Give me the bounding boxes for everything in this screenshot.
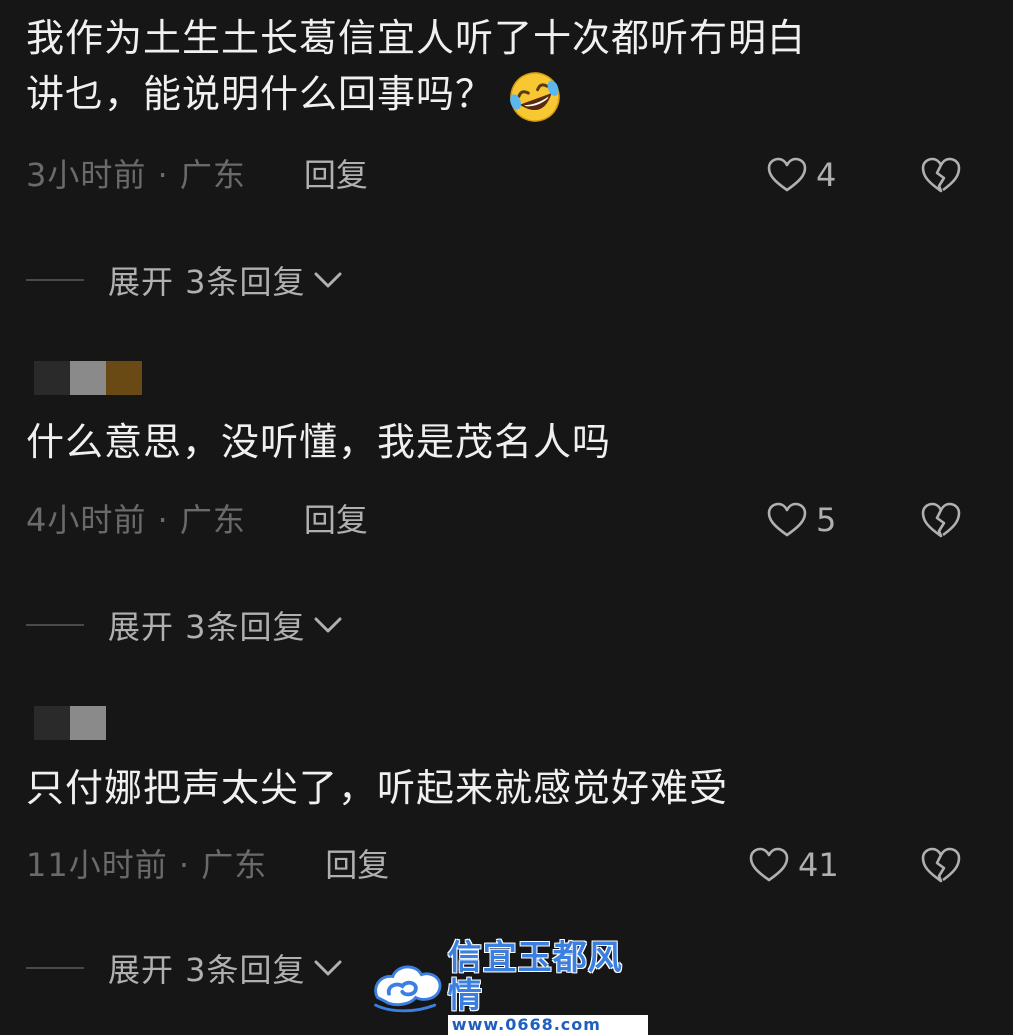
comment-meta: 3小时前 · 广东 回复 — [26, 150, 368, 196]
comment-text-span: 讲乜，能说明什么回事吗？ — [26, 72, 495, 116]
username-blurred[interactable] — [34, 361, 144, 395]
heart-outline-icon — [749, 847, 789, 882]
reply-button[interactable]: 回复 — [304, 495, 368, 541]
like-button[interactable]: 5 — [766, 500, 836, 540]
like-count: 4 — [816, 156, 837, 194]
expand-replies-label: 展开 3条回复 — [108, 608, 306, 646]
like-button[interactable]: 4 — [766, 155, 836, 195]
comment-text-line: 我作为土生土长葛信宜人听了十次都听冇明白 — [26, 16, 807, 60]
watermark-url: www.0668.com — [447, 1015, 648, 1035]
reply-button[interactable]: 回复 — [325, 840, 389, 886]
blurred-name-segment — [106, 361, 142, 395]
broken-heart-icon[interactable] — [920, 500, 962, 540]
reply-button[interactable]: 回复 — [304, 150, 368, 196]
comment-text: 我作为土生土长葛信宜人听了十次都听冇明白 讲乜，能说明什么回事吗？ — [26, 10, 806, 125]
comment-time-location: 11小时前 · 广东 — [26, 846, 268, 884]
cloud-wave-logo-icon — [374, 965, 442, 1013]
chevron-down-icon — [314, 960, 342, 976]
blurred-name-segment — [34, 706, 70, 740]
comment-meta: 11小时前 · 广东 回复 — [26, 840, 389, 886]
blurred-name-segment — [34, 361, 70, 395]
watermark-text: 信宜玉都风情 www.0668.com — [447, 938, 648, 1035]
divider-line — [26, 624, 84, 626]
comment-text-line: 讲乜，能说明什么回事吗？ — [26, 66, 806, 125]
broken-heart-icon[interactable] — [920, 155, 962, 195]
like-count: 5 — [816, 501, 837, 539]
comment-text: 什么意思，没听懂，我是茂名人吗 — [26, 420, 612, 464]
expand-replies-label: 展开 3条回复 — [108, 951, 306, 989]
heart-outline-icon — [767, 157, 807, 192]
broken-heart-icon[interactable] — [920, 845, 962, 885]
username-blurred[interactable] — [34, 706, 144, 740]
expand-replies-button[interactable]: 展开 3条回复 — [26, 260, 344, 301]
like-button[interactable]: 41 — [748, 845, 839, 885]
comment-meta: 4小时前 · 广东 回复 — [26, 495, 368, 541]
blurred-name-segment — [70, 706, 106, 740]
watermark-title: 信宜玉都风情 — [447, 938, 623, 1016]
comment-time-location: 3小时前 · 广东 — [26, 156, 246, 194]
expand-replies-label: 展开 3条回复 — [108, 263, 306, 301]
rolling-on-floor-laughing-emoji — [510, 71, 560, 122]
divider-line — [26, 279, 84, 281]
expand-replies-button[interactable]: 展开 3条回复 — [26, 948, 344, 989]
watermark: 信宜玉都风情 www.0668.com — [368, 939, 648, 1035]
divider-line — [26, 967, 84, 969]
comment-text: 只付娜把声太尖了，听起来就感觉好难受 — [26, 766, 729, 810]
expand-replies-button[interactable]: 展开 3条回复 — [26, 605, 344, 646]
heart-outline-icon — [767, 502, 807, 537]
blurred-name-segment — [70, 361, 106, 395]
like-count: 41 — [798, 846, 839, 884]
comment-time-location: 4小时前 · 广东 — [26, 501, 246, 539]
chevron-down-icon — [314, 617, 342, 633]
chevron-down-icon — [314, 272, 342, 288]
